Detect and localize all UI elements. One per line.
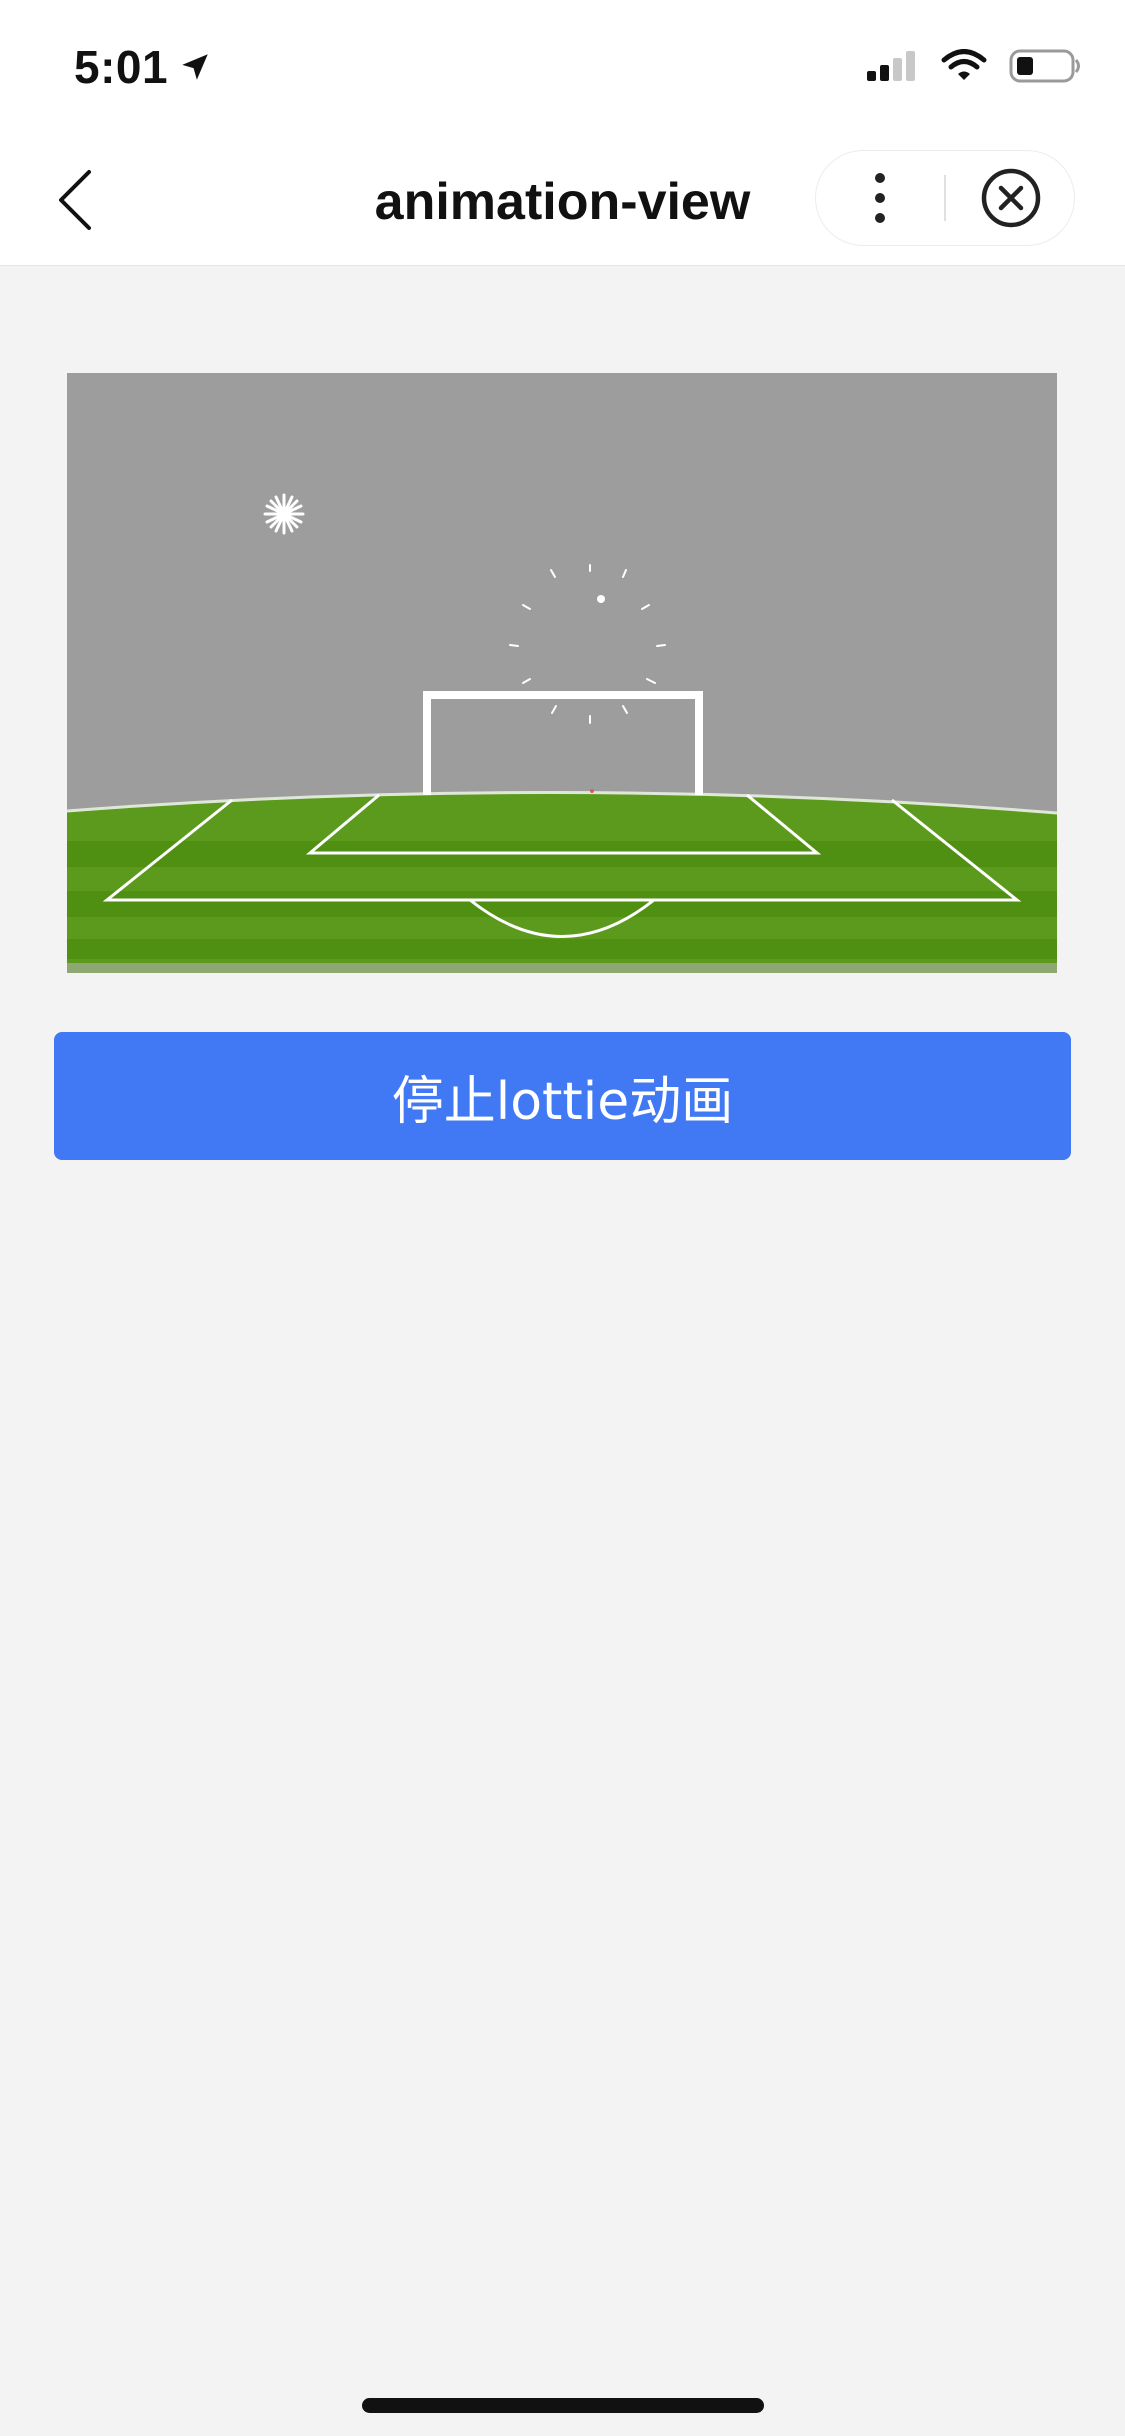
- close-button[interactable]: [947, 151, 1074, 244]
- status-time-text: 5:01: [74, 41, 169, 93]
- signal-icon: [867, 51, 915, 81]
- location-arrow-icon: [182, 54, 208, 80]
- status-bar: 5:01: [0, 0, 1125, 132]
- status-icons: [865, 48, 1083, 84]
- wifi-icon: [941, 49, 987, 80]
- lottie-animation-view: [67, 373, 1057, 973]
- home-indicator[interactable]: [362, 2398, 764, 2413]
- more-button[interactable]: [816, 151, 944, 244]
- more-vertical-icon: [875, 172, 885, 223]
- status-time: 5:01: [74, 40, 212, 94]
- menu-capsule: [815, 150, 1075, 246]
- football-goal-scene: [67, 373, 1057, 973]
- close-circle-icon: [981, 168, 1040, 227]
- nav-bar: animation-view: [0, 132, 1125, 266]
- star-sparkle: [263, 493, 305, 535]
- stop-lottie-button[interactable]: 停止lottie动画: [54, 1032, 1071, 1160]
- capsule-divider: [944, 175, 946, 221]
- battery-icon: [1009, 49, 1080, 83]
